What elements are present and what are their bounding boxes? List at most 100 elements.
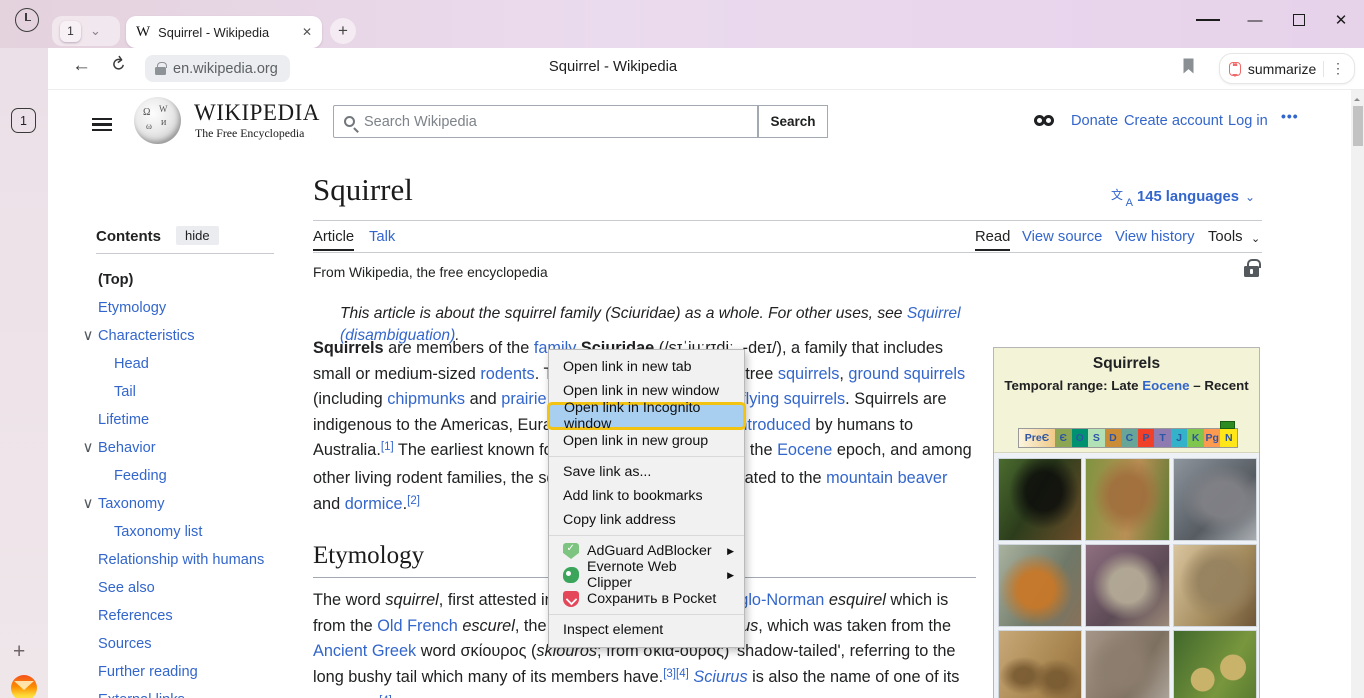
chevron-down-icon[interactable]: ∨ (80, 443, 96, 453)
toc-item-behavior[interactable]: ∨Behavior (80, 434, 290, 462)
menu-item-inspect-element[interactable]: Inspect element (549, 618, 744, 642)
tab-view-source[interactable]: View source (1022, 229, 1102, 245)
page-scrollbar[interactable] (1351, 90, 1364, 698)
toc-item-lifetime[interactable]: Lifetime (80, 406, 290, 434)
toc-item-etymology[interactable]: Etymology (80, 294, 290, 322)
wikipedia-wordmark[interactable]: WIKIPEDIA (194, 100, 320, 126)
donate-link[interactable]: Donate (1071, 113, 1118, 129)
more-options-icon[interactable]: ••• (1281, 108, 1299, 124)
timescale-segment-Є[interactable]: Є (1055, 429, 1072, 447)
timescale-segment-N[interactable]: N (1220, 429, 1237, 447)
toc-item-feeding[interactable]: Feeding (80, 462, 290, 490)
timescale-segment-Pg[interactable]: Pg (1204, 429, 1221, 447)
chevron-down-icon[interactable]: ∨ (80, 331, 96, 341)
domain-text[interactable]: en.wikipedia.org (173, 61, 278, 77)
evernote-elephant-icon (563, 567, 579, 583)
timescale-segment-S[interactable]: S (1088, 429, 1105, 447)
eocene-link[interactable]: Eocene (1142, 378, 1189, 393)
tab-title[interactable]: Squirrel - Wikipedia (158, 25, 294, 40)
fox-squirrel-photo[interactable] (998, 544, 1082, 627)
tab-read[interactable]: Read (975, 229, 1010, 251)
toc-item-see-also[interactable]: See also (80, 574, 290, 602)
minimize-button[interactable]: — (1243, 10, 1267, 30)
chipmunk-photo[interactable] (1085, 458, 1169, 541)
toc-item-sources[interactable]: Sources (80, 630, 290, 658)
geologic-timescale[interactable]: PreЄЄOSDCPTJKPgN (1018, 428, 1238, 448)
summarize-kebab-icon[interactable]: ⋮ (1331, 60, 1345, 77)
menu-item-copy-link-address[interactable]: Copy link address (549, 508, 744, 532)
uinta-ground-squirrel-photo[interactable] (1173, 544, 1257, 627)
rock-squirrel-photo[interactable] (1085, 544, 1169, 627)
menu-item-open-link-in-new-group[interactable]: Open link in new group (549, 429, 744, 453)
toc-item-taxonomy[interactable]: ∨Taxonomy (80, 490, 290, 518)
toc-item-external-links[interactable]: External links (80, 686, 290, 698)
black-giant-squirrel-photo[interactable] (998, 458, 1082, 541)
chevron-down-icon[interactable]: ⌄ (1245, 190, 1255, 204)
back-button[interactable]: ← (72, 55, 91, 77)
wiki-hamburger-icon[interactable] (92, 114, 112, 135)
menu-item-open-link-in-new-tab[interactable]: Open link in new tab (549, 355, 744, 379)
tab-view-history[interactable]: View history (1115, 229, 1195, 245)
new-tab-button[interactable]: + (330, 18, 356, 44)
timescale-segment-P[interactable]: P (1138, 429, 1155, 447)
rail-add-icon[interactable]: + (13, 640, 25, 664)
tools-chevron-icon[interactable]: ⌄ (1251, 232, 1260, 245)
wikipedia-logo-globe[interactable]: ΩW иω (134, 97, 181, 144)
tab-counter-badge[interactable]: 1 (60, 21, 81, 42)
reload-button[interactable]: ↻ (105, 52, 131, 76)
close-window-button[interactable]: ✕ (1329, 10, 1353, 30)
timescale-segment-O[interactable]: O (1072, 429, 1089, 447)
lock-icon[interactable] (155, 67, 166, 75)
address-bar[interactable]: en.wikipedia.org (145, 55, 290, 82)
timescale-segment-PreЄ[interactable]: PreЄ (1019, 429, 1055, 447)
chevron-down-icon[interactable]: ⌄ (90, 26, 101, 36)
toc-item-tail[interactable]: Tail (80, 378, 290, 406)
menu-item-add-link-to-bookmarks[interactable]: Add link to bookmarks (549, 484, 744, 508)
chevron-down-icon[interactable]: ∨ (80, 499, 96, 509)
timescale-segment-T[interactable]: T (1154, 429, 1171, 447)
gray-squirrel-photo[interactable] (1173, 458, 1257, 541)
marmots-photo[interactable] (1085, 630, 1169, 698)
toc-item-references[interactable]: References (80, 602, 290, 630)
prairie-dogs-photo[interactable] (1173, 630, 1257, 698)
browser-tab-squirrel[interactable]: W Squirrel - Wikipedia ✕ (126, 16, 322, 48)
summarize-button[interactable]: ❝ summarize ⋮ (1219, 53, 1355, 84)
summarize-quote-icon: ❝ (1229, 62, 1241, 76)
timescale-segment-K[interactable]: K (1187, 429, 1204, 447)
menu-item-open-link-in-incognito-window[interactable]: Open link in Incognito window (550, 405, 743, 427)
toolbar-page-title: Squirrel - Wikipedia (428, 59, 798, 75)
menu-item-evernote-web-clipper[interactable]: Evernote Web Clipper▶ (549, 563, 744, 587)
history-clock-icon[interactable] (15, 8, 39, 32)
toc-hide-button[interactable]: hide (176, 226, 219, 245)
menu-item-сохранить-в-pocket[interactable]: Сохранить в Pocket (549, 587, 744, 611)
tab-counter[interactable]: 1 ⌄ (52, 16, 120, 46)
tab-close-icon[interactable]: ✕ (302, 25, 312, 39)
scroll-up-arrow[interactable] (1354, 95, 1360, 101)
toc-item-taxonomy-list[interactable]: Taxonomy list (80, 518, 290, 546)
menu-item-save-link-as-[interactable]: Save link as... (549, 460, 744, 484)
tab-article[interactable]: Article (313, 229, 354, 251)
languages-button[interactable]: 文A 145 languages ⌄ (1111, 188, 1255, 206)
toc-item-head[interactable]: Head (80, 350, 290, 378)
create-account-link[interactable]: Create account (1124, 113, 1223, 129)
timescale-segment-J[interactable]: J (1171, 429, 1188, 447)
toc-item-further-reading[interactable]: Further reading (80, 658, 290, 686)
timescale-segment-C[interactable]: C (1121, 429, 1138, 447)
timescale-segment-D[interactable]: D (1105, 429, 1122, 447)
standing-ground-squirrels-photo[interactable] (998, 630, 1082, 698)
sidebar-tab-badge[interactable]: 1 (11, 108, 36, 133)
bookmark-icon[interactable] (1181, 57, 1196, 75)
wiki-search-input[interactable]: Search Wikipedia (333, 105, 758, 138)
appearance-icon[interactable] (1034, 115, 1054, 126)
yandex-mail-icon[interactable] (11, 675, 37, 698)
scrollbar-thumb[interactable] (1353, 106, 1363, 146)
browser-menu-icon[interactable] (1196, 10, 1220, 30)
toc-item-characteristics[interactable]: ∨Characteristics (80, 322, 290, 350)
toc-item--top-[interactable]: (Top) (80, 266, 290, 294)
tab-talk[interactable]: Talk (369, 229, 395, 245)
search-button[interactable]: Search (758, 105, 828, 138)
toc-item-relationship-with-humans[interactable]: Relationship with humans (80, 546, 290, 574)
maximize-button[interactable] (1287, 10, 1311, 30)
tab-tools[interactable]: Tools (1208, 229, 1243, 245)
login-link[interactable]: Log in (1228, 113, 1268, 129)
